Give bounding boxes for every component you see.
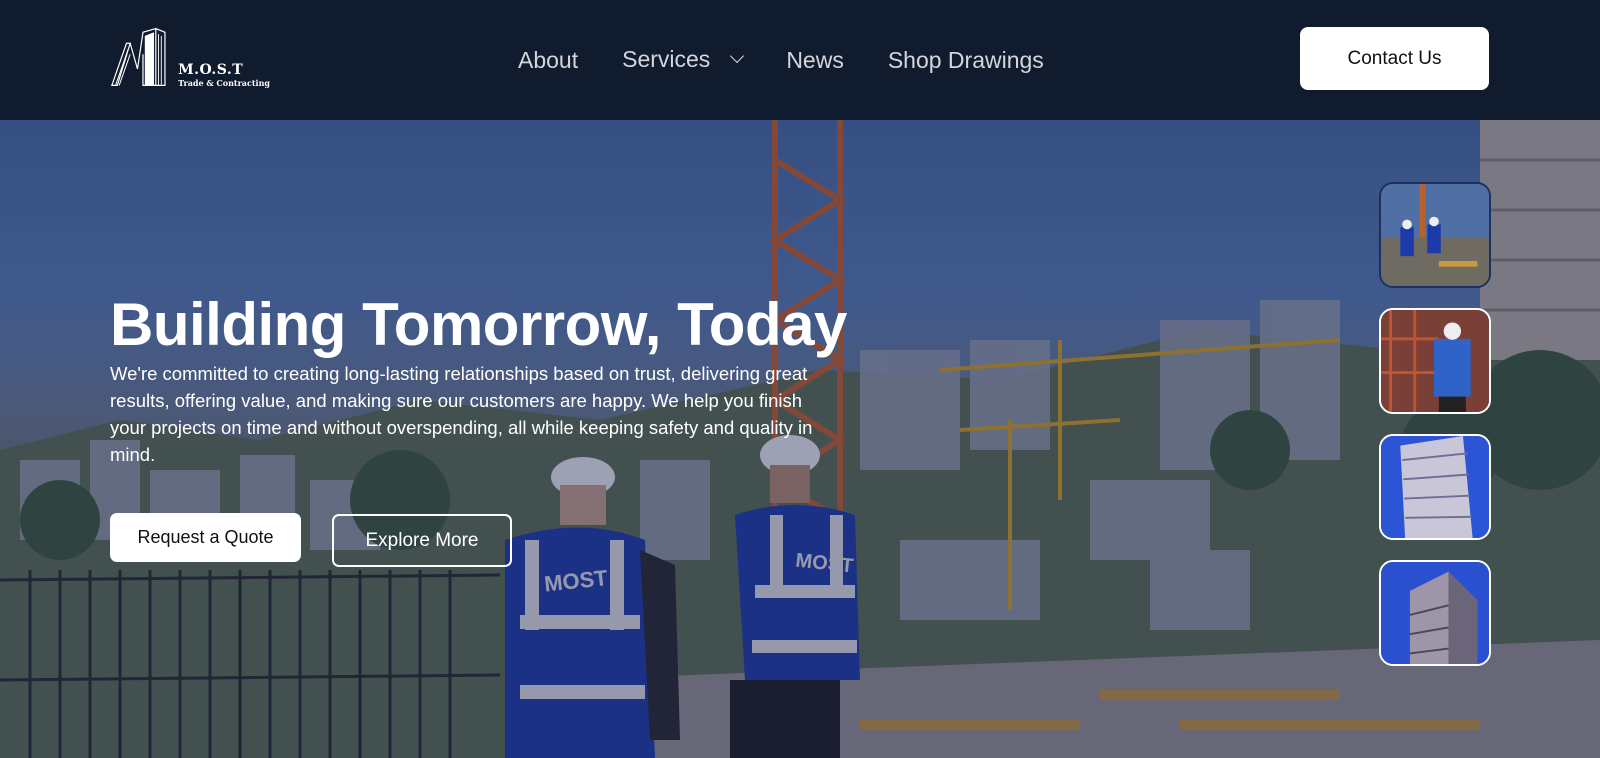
contact-us-button[interactable]: Contact Us bbox=[1300, 27, 1489, 90]
nav-shop-drawings[interactable]: Shop Drawings bbox=[888, 47, 1044, 74]
nav-about[interactable]: About bbox=[518, 47, 578, 74]
thumbnail-building-corner[interactable] bbox=[1379, 560, 1491, 666]
request-quote-button[interactable]: Request a Quote bbox=[110, 513, 301, 562]
site-header: M.O.S.T Trade & Contracting About Servic… bbox=[0, 0, 1600, 120]
logo[interactable]: M.O.S.T Trade & Contracting bbox=[110, 24, 270, 90]
thumbnail-workers-site[interactable] bbox=[1379, 182, 1491, 288]
hero-description: We're committed to creating long-lasting… bbox=[110, 363, 813, 465]
nav-news[interactable]: News bbox=[786, 47, 844, 74]
nav-services[interactable]: Services bbox=[622, 45, 745, 73]
thumbnail-list bbox=[1379, 182, 1491, 686]
logo-text: M.O.S.T Trade & Contracting bbox=[178, 62, 270, 89]
main-nav: About Services News Shop Drawings bbox=[518, 40, 1088, 80]
nav-services-label: Services bbox=[622, 45, 711, 72]
chevron-down-icon bbox=[730, 48, 745, 64]
logo-mark-icon bbox=[110, 27, 166, 86]
thumbnail-building-facade[interactable] bbox=[1379, 434, 1491, 540]
thumbnail-worker-scaffold[interactable] bbox=[1379, 308, 1491, 414]
hero-title: Building Tomorrow, Today bbox=[110, 291, 847, 358]
explore-more-button[interactable]: Explore More bbox=[332, 514, 512, 567]
logo-subtitle: Trade & Contracting bbox=[178, 78, 270, 88]
hero-section: MOST MOST Building Tomorrow, Today We're… bbox=[0, 120, 1600, 758]
logo-name: M.O.S.T bbox=[178, 62, 244, 78]
